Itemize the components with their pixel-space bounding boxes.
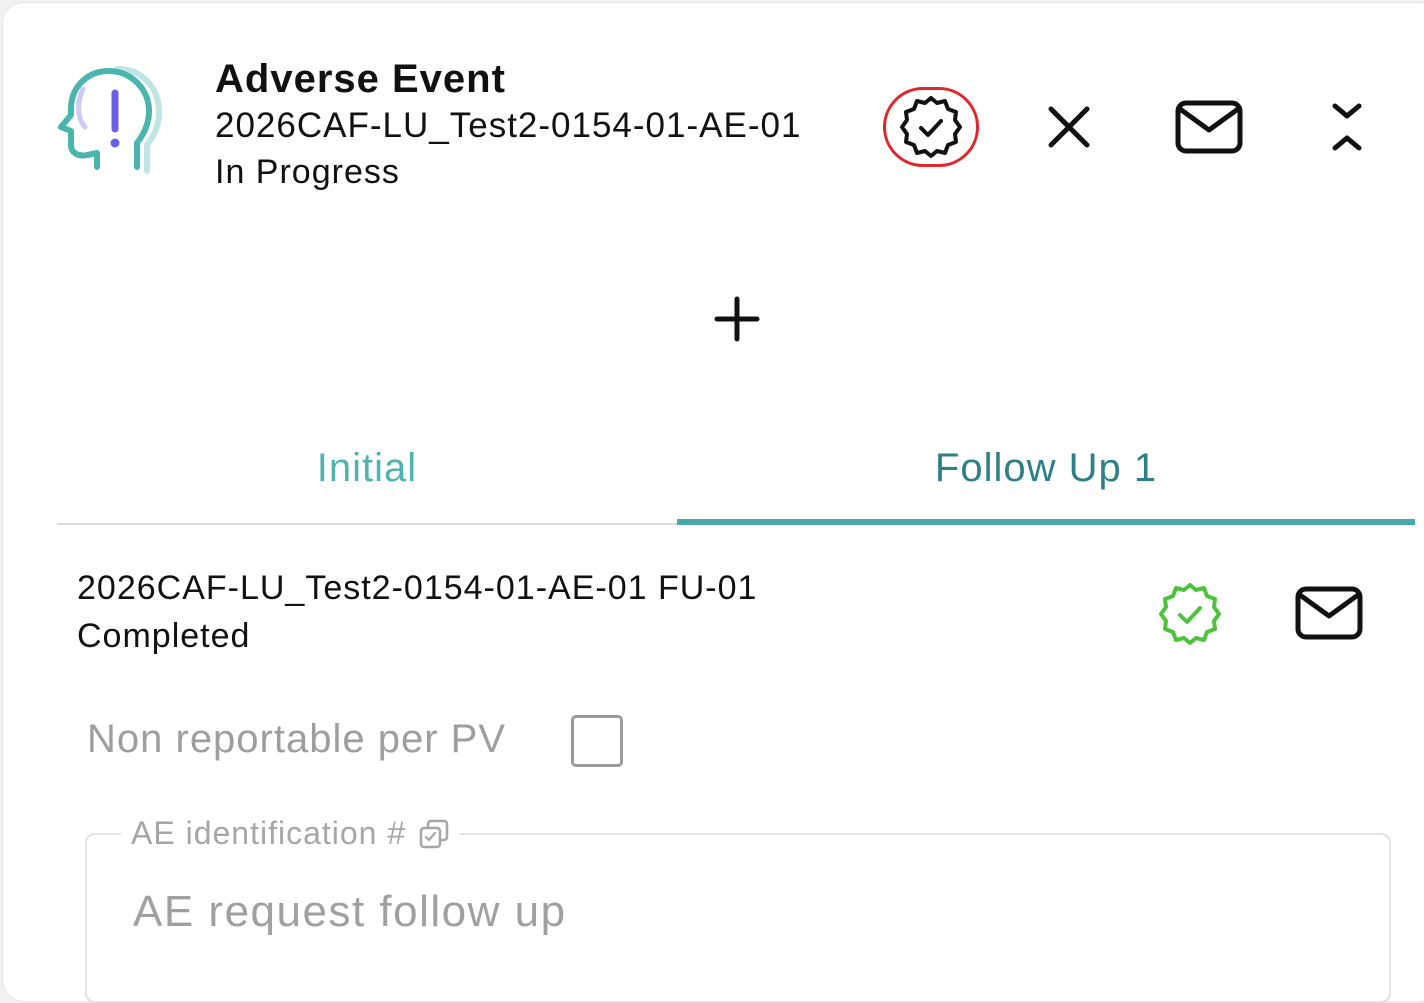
panel-title: Adverse Event xyxy=(215,57,506,101)
ae-identification-legend: AE identification # xyxy=(121,815,461,852)
follow-up-email-button[interactable] xyxy=(1291,581,1367,645)
close-button[interactable] xyxy=(1033,95,1105,159)
mail-icon xyxy=(1175,100,1243,154)
follow-up-status: Completed xyxy=(77,617,251,655)
non-reportable-label: Non reportable per PV xyxy=(87,717,507,761)
collapse-icon xyxy=(1332,103,1362,151)
verified-badge-icon xyxy=(900,96,962,158)
close-icon xyxy=(1048,106,1090,148)
case-status: In Progress xyxy=(215,153,400,191)
ae-identification-value: AE request follow up xyxy=(133,887,567,936)
add-follow-up-button[interactable] xyxy=(701,283,773,355)
ae-identification-label: AE identification # xyxy=(131,815,407,851)
active-tab-indicator xyxy=(677,519,1415,525)
case-id: 2026CAF-LU_Test2-0154-01-AE-01 xyxy=(215,106,802,145)
mail-icon xyxy=(1295,586,1363,640)
verify-button[interactable] xyxy=(883,87,979,167)
email-button[interactable] xyxy=(1169,95,1249,159)
tab-follow-up-1[interactable]: Follow Up 1 xyxy=(677,413,1415,523)
copy-icon[interactable] xyxy=(418,818,450,850)
adverse-event-panel: Adverse Event 2026CAF-LU_Test2-0154-01-A… xyxy=(2,2,1424,1003)
collapse-button[interactable] xyxy=(1317,95,1377,159)
tab-initial[interactable]: Initial xyxy=(57,413,677,523)
non-reportable-checkbox[interactable] xyxy=(571,715,623,767)
plus-icon xyxy=(714,296,760,342)
head-alert-icon xyxy=(57,61,167,176)
follow-up-verified-button[interactable] xyxy=(1153,579,1227,649)
follow-up-id: 2026CAF-LU_Test2-0154-01-AE-01 FU-01 xyxy=(77,569,758,607)
report-tabs: Initial Follow Up 1 xyxy=(57,413,1415,527)
verified-badge-icon xyxy=(1159,583,1221,645)
